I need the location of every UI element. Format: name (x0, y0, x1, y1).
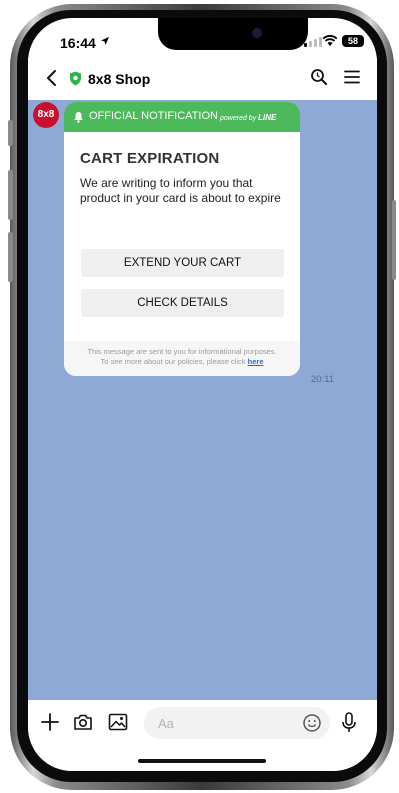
check-details-button[interactable]: CHECK DETAILS (81, 289, 284, 317)
card-footer-line2: To see more about our policies, please c… (64, 357, 300, 367)
phone-screen: 16:44 58 8x8 Shop 8x8 OFFICIAL NOTIFICAT… (28, 18, 377, 771)
powered-by-text: powered by (220, 115, 257, 122)
policy-link[interactable]: here (248, 357, 264, 366)
extend-cart-button[interactable]: EXTEND YOUR CART (81, 249, 284, 277)
chat-title: 8x8 Shop (88, 71, 151, 87)
chat-header: 8x8 Shop (28, 58, 377, 100)
volume-down-button (8, 232, 13, 282)
card-header: OFFICIAL NOTIFICATION powered by LINE (64, 102, 300, 132)
bell-icon (74, 112, 83, 123)
card-footer: This message are sent to you for informa… (64, 341, 300, 376)
verified-shield-icon (70, 71, 81, 86)
mute-switch (8, 120, 13, 146)
status-time: 16:44 (60, 35, 96, 51)
emoji-icon[interactable] (302, 713, 322, 733)
chat-area[interactable]: 8x8 OFFICIAL NOTIFICATION powered by LIN… (28, 100, 377, 700)
front-camera (252, 28, 262, 38)
card-footer-line1: This message are sent to you for informa… (87, 347, 277, 356)
card-header-label: OFFICIAL NOTIFICATION (89, 110, 218, 122)
plus-icon[interactable] (40, 712, 60, 732)
message-timestamp: 20:11 (311, 374, 335, 385)
notification-card: OFFICIAL NOTIFICATION powered by LINE CA… (64, 102, 300, 376)
powered-by-brand: LINE (258, 113, 277, 122)
notch (158, 18, 308, 50)
powered-by-line: powered by LINE (220, 113, 276, 122)
battery-icon: 58 (342, 35, 364, 47)
location-arrow-icon (101, 37, 109, 45)
card-body-text: We are writing to inform you that produc… (80, 176, 281, 205)
search-icon[interactable] (310, 68, 328, 86)
sender-avatar[interactable]: 8x8 (33, 102, 59, 128)
image-gallery-icon[interactable] (108, 713, 128, 731)
card-title: CART EXPIRATION (80, 150, 220, 167)
microphone-icon[interactable] (341, 712, 357, 734)
card-footer-line2-text: To see more about our policies, please c… (100, 357, 246, 366)
power-button (392, 200, 396, 280)
camera-icon[interactable] (73, 713, 93, 731)
back-chevron-icon[interactable] (46, 69, 58, 87)
volume-up-button (8, 170, 13, 220)
home-indicator[interactable] (138, 759, 266, 763)
wifi-icon (322, 35, 338, 46)
message-input-bar (28, 700, 377, 771)
menu-icon[interactable] (344, 70, 360, 84)
